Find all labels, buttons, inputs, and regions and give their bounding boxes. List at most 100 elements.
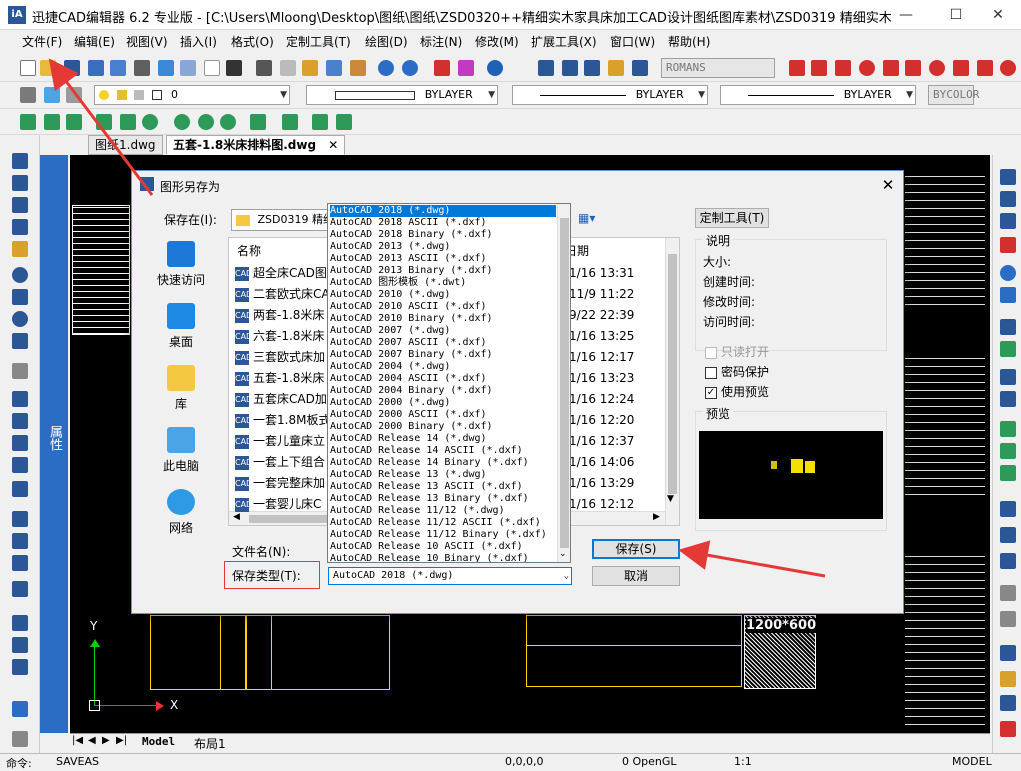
menu-extensions[interactable]: 扩展工具(X): [531, 33, 597, 50]
polyline-tool-icon[interactable]: [12, 175, 28, 191]
point-tool-icon[interactable]: [12, 363, 28, 379]
layer-previous-icon[interactable]: [66, 87, 82, 103]
save-icon[interactable]: [64, 60, 80, 76]
minimize-button[interactable]: —: [883, 0, 929, 30]
trim-icon[interactable]: [1000, 391, 1016, 407]
hscrollbar-thumb[interactable]: [249, 515, 329, 523]
preview-checkbox[interactable]: ✓ 使用预览: [705, 383, 769, 400]
dim-center-icon[interactable]: [929, 60, 945, 76]
copy-icon[interactable]: [280, 60, 296, 76]
filetype-option[interactable]: AutoCAD 2004 ASCII (*.dxf): [330, 373, 556, 385]
text-style-combo[interactable]: ROMANS: [661, 58, 775, 78]
space-toggle[interactable]: MODEL: [952, 755, 992, 768]
filetype-option[interactable]: AutoCAD 2013 Binary (*.dxf): [330, 265, 556, 277]
text-tool-icon[interactable]: [12, 637, 28, 653]
password-checkbox[interactable]: 密码保护: [705, 363, 769, 380]
extend-icon[interactable]: [1000, 421, 1016, 437]
filetype-option[interactable]: AutoCAD 2004 Binary (*.dxf): [330, 385, 556, 397]
filetype-option[interactable]: AutoCAD 2013 (*.dwg): [330, 241, 556, 253]
readonly-checkbox[interactable]: 只读打开: [705, 343, 769, 360]
text-icon[interactable]: [538, 60, 554, 76]
purge-icon[interactable]: [458, 60, 474, 76]
filetype-option[interactable]: AutoCAD 2010 Binary (*.dxf): [330, 313, 556, 325]
close-tab-icon[interactable]: ✕: [328, 138, 338, 152]
edit-hatch-icon[interactable]: [1000, 695, 1016, 711]
layer-combo[interactable]: 0 ▼: [94, 85, 290, 105]
find-icon[interactable]: [226, 60, 242, 76]
rectangle-tool-icon[interactable]: [12, 391, 28, 407]
filetype-option[interactable]: AutoCAD 2007 (*.dwg): [330, 325, 556, 337]
align-icon[interactable]: [1000, 585, 1016, 601]
layer-manager-icon[interactable]: [20, 87, 36, 103]
line-tool-icon[interactable]: [12, 153, 28, 169]
arc-tool-icon[interactable]: [12, 289, 28, 305]
filetype-option[interactable]: AutoCAD 2010 (*.dwg): [330, 289, 556, 301]
publish-icon[interactable]: [180, 60, 196, 76]
menu-custom-tools[interactable]: 定制工具(T): [286, 33, 351, 50]
move-icon[interactable]: [1000, 265, 1016, 281]
revcloud-tool-icon[interactable]: [12, 481, 28, 497]
hatch-pattern-tool-icon[interactable]: [12, 615, 28, 631]
cancel-button[interactable]: 取消: [592, 566, 680, 586]
menu-dimension[interactable]: 标注(N): [420, 33, 462, 50]
mtext-tool-icon[interactable]: [12, 659, 28, 675]
plot-icon[interactable]: [158, 60, 174, 76]
filetype-option[interactable]: AutoCAD Release 11/12 Binary (*.dxf): [330, 529, 556, 541]
dim-diameter-icon[interactable]: [883, 60, 899, 76]
multiline-tool-icon[interactable]: [12, 197, 28, 213]
tab-drawing1[interactable]: 图纸1.dwg: [88, 135, 163, 155]
dropdown-scroll-down-icon[interactable]: ⌄: [559, 549, 567, 559]
filetype-option[interactable]: AutoCAD Release 13 (*.dwg): [330, 469, 556, 481]
print-preview-icon[interactable]: [134, 60, 150, 76]
next-layout-icon[interactable]: ▶: [102, 735, 110, 746]
cut-icon[interactable]: [256, 60, 272, 76]
properties-panel[interactable]: 属性: [40, 155, 68, 733]
wipeout-tool-icon[interactable]: [12, 555, 28, 571]
spline-tool-icon[interactable]: [12, 219, 28, 235]
rotate-icon[interactable]: [1000, 287, 1016, 303]
dim-angular-icon[interactable]: [905, 60, 921, 76]
place-this-pc[interactable]: 此电脑: [142, 421, 220, 481]
menu-help[interactable]: 帮助(H): [668, 33, 710, 50]
scale-icon[interactable]: [1000, 319, 1016, 335]
save-in-combo[interactable]: ZSD0319 精细: [231, 209, 329, 231]
fillet-icon[interactable]: [1000, 527, 1016, 543]
open-folder-icon[interactable]: [40, 60, 56, 76]
menu-modify[interactable]: 修改(M): [475, 33, 519, 50]
menu-window[interactable]: 窗口(W): [610, 33, 655, 50]
tools-button[interactable]: 定制工具(T): [695, 208, 769, 228]
pyramid-solid-icon[interactable]: [96, 114, 112, 130]
save-button[interactable]: 保存(S): [592, 539, 680, 559]
spell-check-icon[interactable]: [204, 60, 220, 76]
tab-model[interactable]: Model: [142, 735, 175, 748]
edit-text-icon[interactable]: [1000, 721, 1016, 737]
chamfer-icon[interactable]: [1000, 501, 1016, 517]
pan-hand-icon[interactable]: [12, 731, 28, 747]
box-solid-icon[interactable]: [20, 114, 36, 130]
plot-style-combo[interactable]: BYCOLOR: [928, 85, 979, 105]
place-library[interactable]: 库: [142, 359, 220, 419]
dim-ordinate-icon[interactable]: [835, 60, 851, 76]
mirror-icon[interactable]: [1000, 191, 1016, 207]
freehand-tool-icon[interactable]: [12, 241, 28, 257]
filetype-option[interactable]: AutoCAD 2010 ASCII (*.dxf): [330, 301, 556, 313]
menu-format[interactable]: 格式(O): [231, 33, 274, 50]
place-network[interactable]: 网络: [142, 483, 220, 543]
filetype-option[interactable]: AutoCAD 2000 (*.dwg): [330, 397, 556, 409]
lineweight-combo[interactable]: BYLAYER ▼: [720, 85, 916, 105]
edit-polyline-icon[interactable]: [1000, 645, 1016, 661]
menu-draw[interactable]: 绘图(D): [365, 33, 408, 50]
tab-five-sets-bed[interactable]: 五套-1.8米床排料图.dwg ✕: [166, 135, 346, 155]
menu-edit[interactable]: 编辑(E): [74, 33, 115, 50]
hatch-tool-icon[interactable]: [12, 413, 28, 429]
paste-icon[interactable]: [302, 60, 318, 76]
match-properties-icon[interactable]: [350, 60, 366, 76]
redo-icon[interactable]: [402, 60, 418, 76]
save-as-icon[interactable]: [88, 60, 104, 76]
filetype-option[interactable]: AutoCAD Release 11/12 (*.dwg): [330, 505, 556, 517]
dim-continue-icon[interactable]: [977, 60, 993, 76]
menu-view[interactable]: 视图(V): [126, 33, 168, 50]
paste-special-icon[interactable]: [326, 60, 342, 76]
dialog-close-button[interactable]: ✕: [873, 174, 903, 196]
insert-block-tool-icon[interactable]: [12, 533, 28, 549]
